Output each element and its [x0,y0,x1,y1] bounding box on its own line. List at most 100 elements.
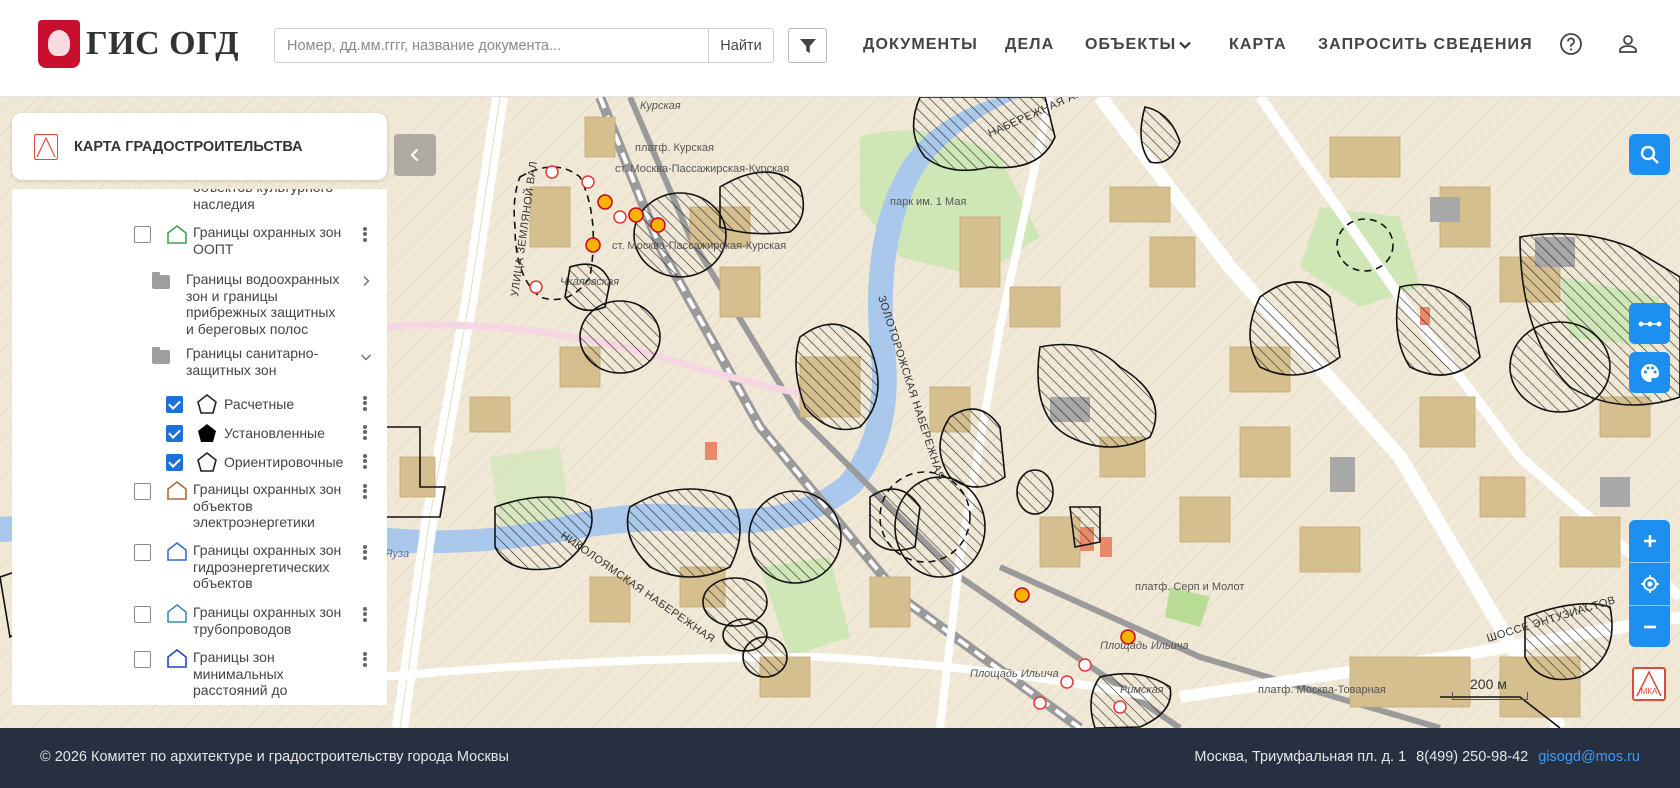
style-button[interactable] [1629,352,1670,393]
footer-copyright: © 2026 Комитет по архитектуре и градостр… [40,749,509,765]
map-label: Яуза [384,548,409,560]
layer-item-power[interactable]: Границы охранных зон объектов электроэне… [193,481,343,531]
layer-checkbox-min-distance[interactable] [134,651,151,668]
nav-cases[interactable]: ДЕЛА [1005,36,1054,54]
nav-objects[interactable]: ОБЪЕКТЫ [1085,36,1176,54]
layer-checkbox-hydro[interactable] [134,544,151,561]
polygon-teal-icon [167,603,187,623]
polygon-blue-icon [167,541,187,561]
polygon-brown-icon [167,480,187,500]
map-label: Чкаловская [560,276,619,288]
zoom-out-button[interactable] [1629,606,1670,648]
nav-map[interactable]: КАРТА [1229,36,1287,54]
polygon-green-icon [167,224,187,244]
layer-checkbox-approximate[interactable] [166,454,183,471]
layer-menu-icon[interactable] [362,605,368,625]
polygon-filled-icon [198,424,216,442]
polygon-outline-icon [197,393,217,414]
layer-item-min-distance[interactable]: Границы зон минимальных расстояний до [193,649,343,699]
filter-icon [799,38,816,53]
layer-menu-icon[interactable] [362,423,368,443]
zoom-in-button[interactable] [1629,520,1670,562]
layer-label: Установленные [224,425,325,441]
app-header: ГИС ОГД Найти ДОКУМЕНТЫ ДЕЛА ОБЪЕКТЫ КАР… [0,0,1680,97]
layer-label: Расчетные [224,396,295,412]
locate-button[interactable] [1629,563,1670,605]
logo-text: ГИС ОГД [86,25,240,62]
layer-item-approximate[interactable]: Ориентировочные [224,454,343,471]
layer-label: объектов культурного наследия [193,189,333,212]
footer-phone: 8(499) 250-98-42 [1416,749,1529,765]
layer-checkbox-oopt[interactable] [134,226,151,243]
layer-label: Границы санитарно-защитных зон [186,345,319,378]
map-label: платф. Курская [635,142,714,154]
layer-menu-icon[interactable] [362,650,368,670]
layer-menu-icon[interactable] [362,543,368,563]
polygon-outline-icon [197,451,217,472]
layer-folder-sanitary[interactable]: Границы санитарно-защитных зон [186,345,346,378]
layer-menu-icon[interactable] [362,394,368,414]
map-label: парк им. 1 Мая [890,196,966,208]
layer-checkbox-power[interactable] [134,483,151,500]
map-label: Площадь Ильича [970,668,1059,680]
chevron-right-icon[interactable] [360,275,372,287]
chevron-left-icon [410,148,419,162]
layer-item-established[interactable]: Установленные [224,425,325,442]
layer-label: Границы водоохранных зон и границы прибр… [186,271,340,337]
layer-checkbox-pipelines[interactable] [134,606,151,623]
moscow-crest-icon [38,20,80,68]
map-label: Курская [640,100,681,112]
map-label: платф. Серп и Молот [1135,581,1244,593]
palette-icon [1640,363,1659,382]
help-icon[interactable] [1558,31,1584,57]
layer-checkbox-calculated[interactable] [166,396,183,413]
locate-icon [1640,575,1659,593]
layer-item-calculated[interactable]: Расчетные [224,396,294,413]
map-scale: 200 м [1452,674,1528,700]
map-label: ст. Москва-Пассажирская-Курская [615,163,789,175]
layer-item-pipelines[interactable]: Границы охранных зон трубопроводов [193,604,343,637]
nav-documents[interactable]: ДОКУМЕНТЫ [863,36,978,54]
mka-logo-icon [34,133,58,160]
filter-button[interactable] [788,28,827,63]
svg-text:МКА: МКА [1641,687,1658,696]
document-search: Найти [274,28,774,63]
app-footer: © 2026 Комитет по архитектуре и градостр… [0,728,1680,788]
map-search-button[interactable] [1629,134,1670,175]
layer-label: Границы охранных зон гидроэнергетических… [193,542,342,591]
layer-folder-water[interactable]: Границы водоохранных зон и границы прибр… [186,271,346,337]
layer-label: Ориентировочные [224,454,344,470]
app-logo[interactable]: ГИС ОГД [38,20,239,68]
folder-icon [152,347,170,364]
search-button[interactable]: Найти [708,28,774,63]
collapse-panel-button[interactable] [394,134,436,176]
footer-address: Москва, Триумфальная пл. д. 1 [1194,749,1407,765]
folder-icon [152,272,170,289]
zoom-in-icon [1643,535,1656,547]
layer-checkbox-established[interactable] [166,425,183,442]
zoom-controls [1629,520,1670,647]
search-input[interactable] [274,28,708,63]
layer-item-hydro[interactable]: Границы охранных зон гидроэнергетических… [193,542,343,592]
scale-bar [1452,692,1528,700]
mka-logo-icon: МКА [1632,667,1666,701]
layer-label: Границы охранных зон объектов электроэне… [193,481,342,530]
measure-icon [1638,321,1661,326]
chevron-down-icon[interactable] [1178,38,1192,57]
layer-tree: объектов культурного наследия Границы ох… [12,189,387,705]
map-label: Римская [1120,684,1164,696]
layer-label: Границы зон минимальных расстояний до [193,649,288,698]
layer-menu-icon[interactable] [362,452,368,472]
search-icon [1640,145,1659,164]
measure-button[interactable] [1629,303,1670,344]
layer-item-oopt[interactable]: Границы охранных зон ООПТ [193,224,343,257]
user-icon[interactable] [1615,31,1641,57]
footer-contacts: Москва, Триумфальная пл. д. 1 8(499) 250… [1194,749,1640,765]
layer-menu-icon[interactable] [362,225,368,245]
map-label: Площадь Ильича [1100,640,1189,652]
layer-menu-icon[interactable] [362,482,368,502]
footer-email-link[interactable]: gisogd@mos.ru [1538,749,1640,765]
chevron-down-icon[interactable] [360,351,372,363]
scale-label: 200 м [1470,676,1507,692]
nav-request-info[interactable]: ЗАПРОСИТЬ СВЕДЕНИЯ [1318,36,1533,54]
